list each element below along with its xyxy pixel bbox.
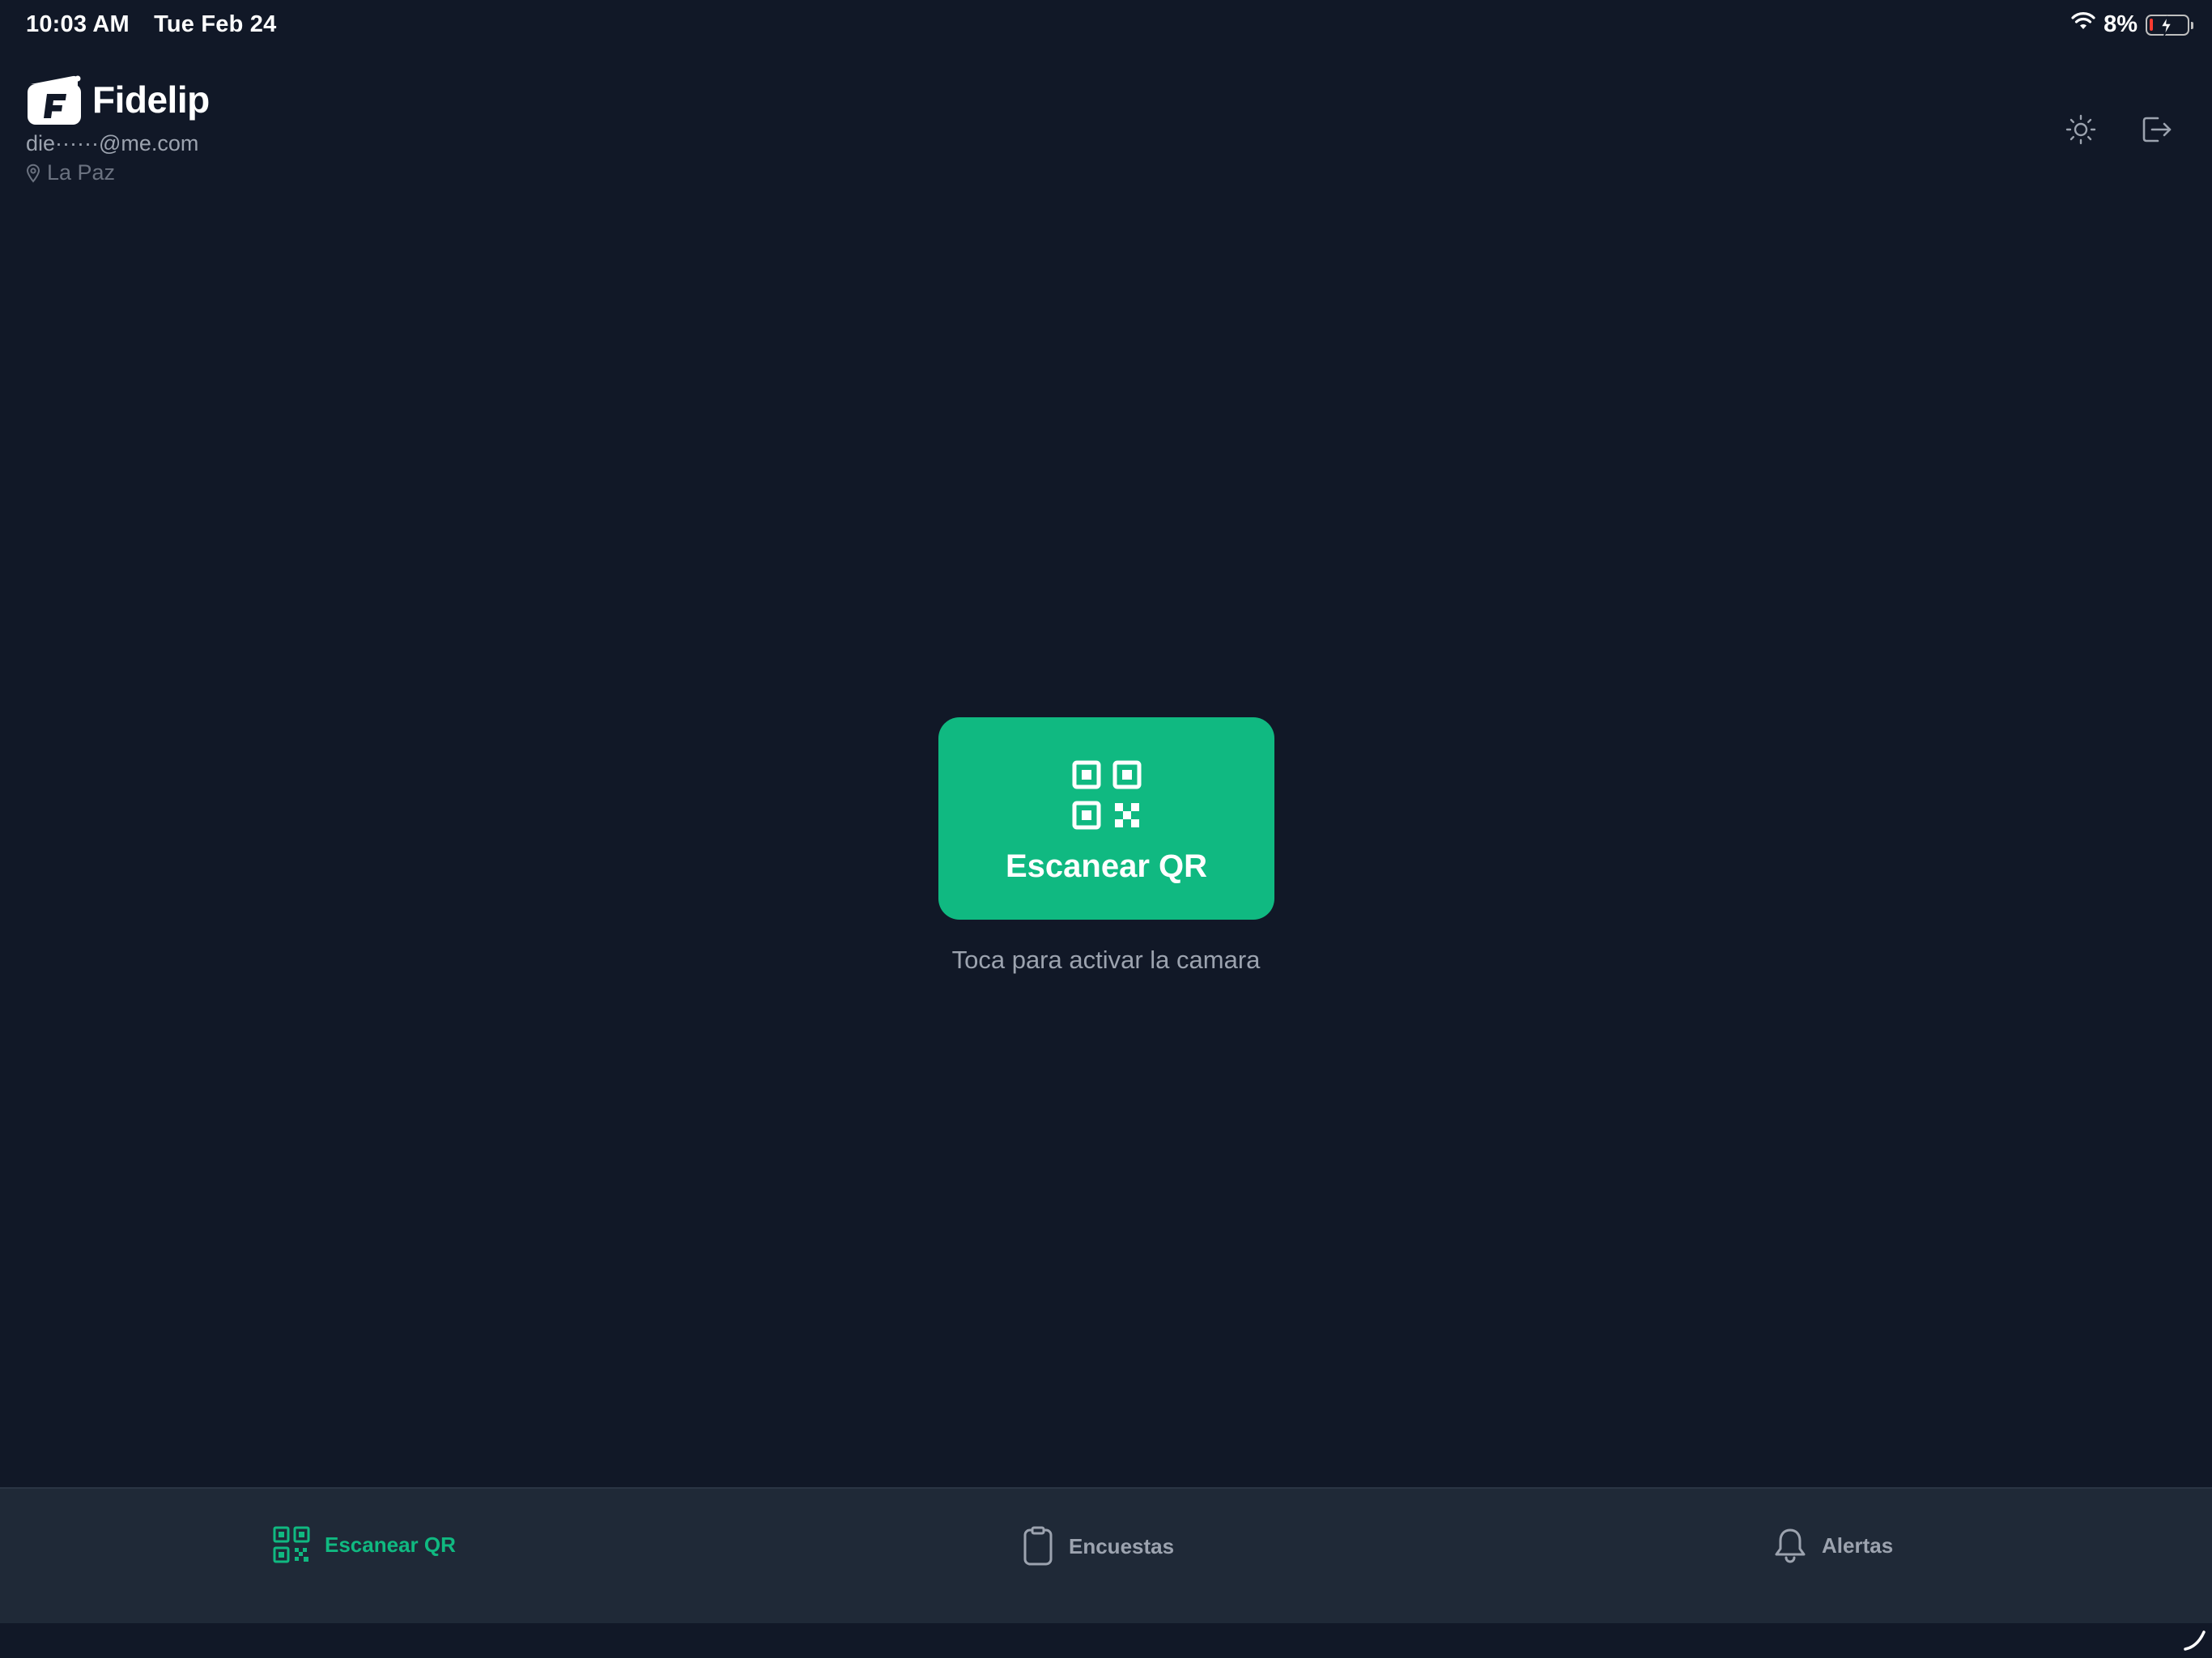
status-bar: 10:03 AM Tue Feb 24 8% <box>0 0 2212 52</box>
battery-level <box>2150 18 2153 31</box>
tab-scan-qr[interactable]: Escanear QR <box>273 1526 456 1563</box>
header-actions <box>2063 112 2175 147</box>
bottom-tab-bar: Escanear QR Encuestas Alertas <box>0 1487 2212 1623</box>
status-time-date: 10:03 AM Tue Feb 24 <box>26 11 294 38</box>
clipboard-icon <box>1023 1526 1053 1566</box>
tab-scan-qr-label: Escanear QR <box>325 1532 456 1557</box>
brand-name: Fidelip <box>92 79 210 121</box>
qr-code-icon <box>273 1526 310 1563</box>
tab-encuestas-label: Encuestas <box>1069 1533 1175 1558</box>
brand: Fidelip <box>26 73 210 126</box>
fidelip-logo-icon <box>28 75 81 125</box>
status-time: 10:03 AM <box>26 11 130 37</box>
battery-icon <box>2146 14 2193 36</box>
scan-qr-button[interactable]: Escanear QR <box>938 717 1274 920</box>
logout-icon <box>2142 117 2172 142</box>
sun-icon <box>2065 114 2096 145</box>
user-location: La Paz <box>26 160 115 185</box>
qr-code-icon <box>1072 760 1141 829</box>
scan-hint: Toca para activar la camara <box>951 946 1261 974</box>
tab-alertas[interactable]: Alertas <box>1773 1526 1893 1565</box>
charging-bolt-icon <box>2159 15 2173 36</box>
scan-qr-label: Escanear QR <box>1005 848 1208 884</box>
bell-icon <box>1775 1528 1806 1563</box>
status-date: Tue Feb 24 <box>154 11 277 37</box>
logout-button[interactable] <box>2139 112 2175 147</box>
location-pin-icon <box>26 164 40 183</box>
user-email: die······@me.com <box>26 131 199 155</box>
theme-toggle-button[interactable] <box>2063 112 2099 147</box>
home-indicator-area <box>0 1623 2212 1658</box>
location-label: La Paz <box>47 160 116 185</box>
tab-alertas-label: Alertas <box>1822 1533 1894 1558</box>
battery-percent: 8% <box>2104 11 2138 37</box>
wifi-icon <box>2071 11 2095 38</box>
corner-gesture-icon <box>2184 1630 2206 1651</box>
status-indicators: 8% <box>2071 11 2193 38</box>
tab-encuestas[interactable]: Encuestas <box>1022 1526 1174 1567</box>
